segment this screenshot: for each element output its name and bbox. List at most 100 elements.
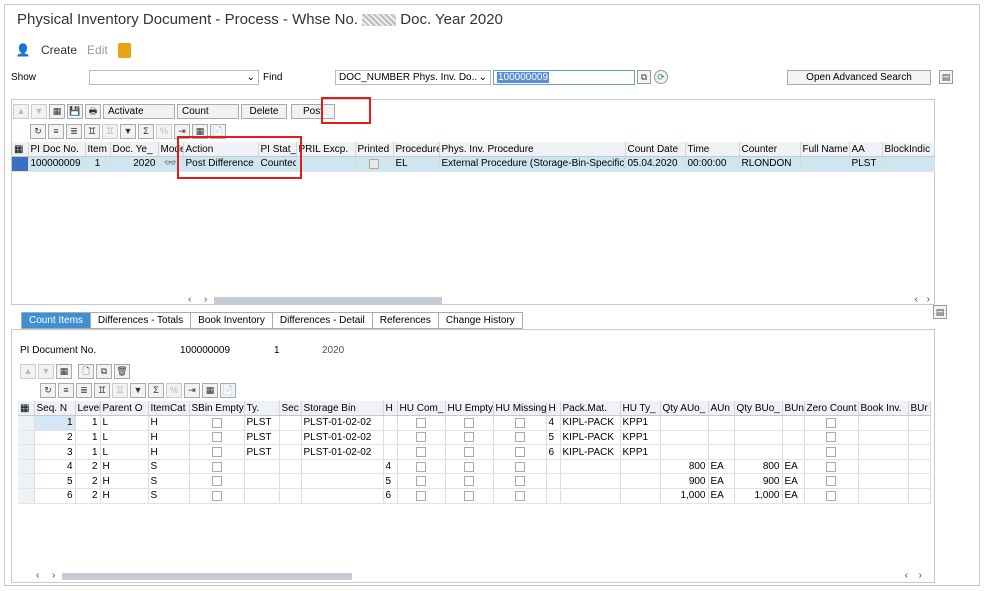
col-header[interactable]: Ty. <box>244 401 280 417</box>
checkbox-cell[interactable] <box>493 430 547 446</box>
create-button[interactable]: Create <box>41 43 77 57</box>
cell[interactable]: L <box>100 415 149 431</box>
checkbox[interactable] <box>464 490 474 501</box>
cell[interactable]: 1 <box>75 444 101 460</box>
sum-icon[interactable]: Σ <box>148 382 164 398</box>
checkbox[interactable] <box>514 461 525 472</box>
scroll-left-icon[interactable]: ‹ <box>915 294 918 305</box>
cell[interactable]: KPP1 <box>620 430 661 446</box>
cell[interactable]: KIPL-PACK <box>560 430 621 446</box>
sort-descending-icon[interactable]: ≣ <box>66 123 82 139</box>
cell[interactable]: EA <box>708 488 735 504</box>
copy-icon[interactable]: ⧉ <box>637 70 651 84</box>
checkbox-cell[interactable] <box>397 415 446 431</box>
checkbox[interactable] <box>826 432 836 443</box>
col-header[interactable]: Time <box>685 142 740 158</box>
scroll-thumb[interactable] <box>62 573 352 580</box>
export-icon[interactable]: ⇥ <box>184 382 200 398</box>
scroll-right-icon[interactable]: › <box>52 570 55 581</box>
checkbox-cell[interactable] <box>397 444 446 460</box>
find-value-input[interactable]: 100000009 <box>493 70 635 85</box>
select-all-icon[interactable]: ▦ <box>12 142 29 158</box>
col-header[interactable]: HU Ty_ <box>620 401 661 417</box>
checkbox[interactable] <box>514 417 525 428</box>
checkbox[interactable] <box>211 446 222 457</box>
sort-ascending-icon[interactable]: ≡ <box>48 123 64 139</box>
col-header[interactable]: Seq. N <box>34 401 76 417</box>
checkbox-cell[interactable] <box>397 430 446 446</box>
checkbox[interactable] <box>514 432 525 443</box>
checkbox-cell[interactable] <box>804 415 859 431</box>
col-header[interactable]: AUn <box>708 401 735 417</box>
checkbox[interactable] <box>416 490 426 501</box>
cell[interactable]: S <box>148 473 190 490</box>
cell[interactable] <box>620 473 661 490</box>
checkbox[interactable] <box>514 476 525 487</box>
cell[interactable]: KIPL-PACK <box>560 444 621 460</box>
cell[interactable]: PLST <box>244 415 280 431</box>
layout-toggle-icon[interactable]: ▤ <box>939 70 953 84</box>
cell[interactable] <box>279 415 302 431</box>
checkbox[interactable] <box>416 417 426 428</box>
cell[interactable] <box>546 488 561 504</box>
cell[interactable]: EA <box>782 473 805 490</box>
checkbox[interactable] <box>464 446 474 457</box>
count-button[interactable]: Count <box>177 103 239 119</box>
col-header[interactable]: Full Name <box>800 142 850 158</box>
checkbox-cell[interactable] <box>445 430 494 446</box>
cell[interactable]: PLST <box>849 156 883 172</box>
checkbox[interactable] <box>211 461 222 472</box>
cell[interactable] <box>279 473 302 490</box>
scroll-left-icon[interactable]: ‹ <box>188 294 191 305</box>
cell[interactable]: L <box>100 444 149 460</box>
col-header[interactable]: Qty BUo_ <box>734 401 783 417</box>
cell[interactable]: 900 <box>734 473 783 490</box>
cell[interactable] <box>882 156 935 172</box>
table-row[interactable]: 4 2 H S 4 800 EA 800 EA <box>18 459 931 475</box>
row-selector[interactable] <box>18 459 35 475</box>
cell[interactable] <box>858 415 909 431</box>
scroll-right-icon[interactable]: › <box>927 294 930 305</box>
cell[interactable] <box>908 415 931 431</box>
checkbox-cell[interactable] <box>189 488 245 504</box>
cell[interactable]: EA <box>708 459 735 475</box>
cell[interactable] <box>244 459 280 475</box>
cell[interactable]: KPP1 <box>620 415 661 431</box>
filter-icon[interactable]: ▼ <box>130 382 146 398</box>
cell[interactable]: 1 <box>75 415 101 431</box>
cell[interactable] <box>708 444 735 460</box>
cell[interactable] <box>546 473 561 490</box>
cell[interactable]: EA <box>782 488 805 504</box>
print-icon[interactable]: 🖶 <box>85 103 101 119</box>
cell[interactable] <box>858 459 909 475</box>
cell[interactable]: 900 <box>660 473 709 490</box>
checkbox-cell[interactable] <box>189 415 245 431</box>
cell[interactable] <box>782 415 805 431</box>
cell[interactable] <box>301 488 384 504</box>
checkbox-cell[interactable] <box>445 459 494 475</box>
scroll-right-icon[interactable]: › <box>204 294 207 305</box>
execute-search-icon[interactable]: ⟳ <box>654 70 668 84</box>
select-all-icon[interactable]: ▦ <box>18 401 35 417</box>
cell[interactable] <box>296 156 356 172</box>
col-header[interactable]: AA <box>849 142 883 158</box>
cell[interactable]: 4 <box>34 459 76 475</box>
cell[interactable]: H <box>100 459 149 475</box>
cell[interactable] <box>908 473 931 490</box>
col-header[interactable]: SBin Empty <box>189 401 245 417</box>
checkbox-cell[interactable] <box>445 473 494 490</box>
details-icon[interactable]: ▦ <box>49 103 65 119</box>
cell[interactable]: 2 <box>34 430 76 446</box>
person-create-icon[interactable]: 👤 <box>15 42 31 58</box>
cell[interactable] <box>708 430 735 446</box>
cell[interactable]: KPP1 <box>620 444 661 460</box>
cell[interactable]: EA <box>708 473 735 490</box>
checkbox[interactable] <box>464 417 474 428</box>
cell[interactable]: 3 <box>34 444 76 460</box>
checkbox-cell[interactable] <box>493 473 547 490</box>
cell[interactable]: H <box>148 444 190 460</box>
cell[interactable]: 2 <box>75 488 101 504</box>
cell[interactable] <box>734 444 783 460</box>
cell[interactable]: 2 <box>75 459 101 475</box>
col-header[interactable]: PRIL Excp. <box>296 142 356 158</box>
